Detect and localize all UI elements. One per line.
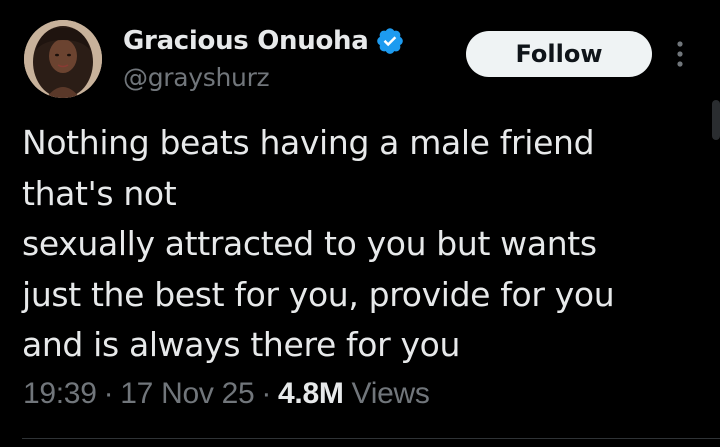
scrollbar[interactable] — [712, 100, 720, 140]
tweet-text-line: just the best for you, provide for you — [22, 274, 615, 314]
tweet-text: Nothing beats having a male friend that'… — [22, 118, 702, 371]
avatar-image — [24, 20, 102, 98]
tweet-text-line: sexually attracted to you but wants — [22, 224, 597, 263]
avatar[interactable] — [24, 20, 102, 98]
meta-separator: · — [103, 377, 114, 410]
tweet-text-line: Nothing beats having a male friend — [22, 123, 595, 162]
tweet-text-line: and is always there for you — [22, 325, 461, 364]
follow-button[interactable]: Follow — [466, 31, 652, 77]
meta-separator: · — [261, 377, 272, 410]
tweet-meta: 19:39 · 17 Nov 25 · 4.8M Views — [23, 377, 430, 411]
tweet-time[interactable]: 19:39 — [23, 377, 97, 411]
tweet-text-line: that's not — [22, 173, 177, 213]
more-vertical-icon[interactable] — [672, 36, 688, 72]
views-count[interactable]: 4.8M — [278, 377, 344, 411]
views-label: Views — [351, 377, 430, 410]
tweet-date[interactable]: 17 Nov 25 — [120, 377, 254, 411]
author-handle[interactable]: @grayshurz — [123, 63, 270, 92]
verified-badge-icon — [377, 28, 404, 54]
author-name-row: Gracious Onuoha — [123, 24, 405, 58]
divider — [22, 438, 720, 439]
author-display-name[interactable]: Gracious Onuoha — [123, 26, 369, 56]
